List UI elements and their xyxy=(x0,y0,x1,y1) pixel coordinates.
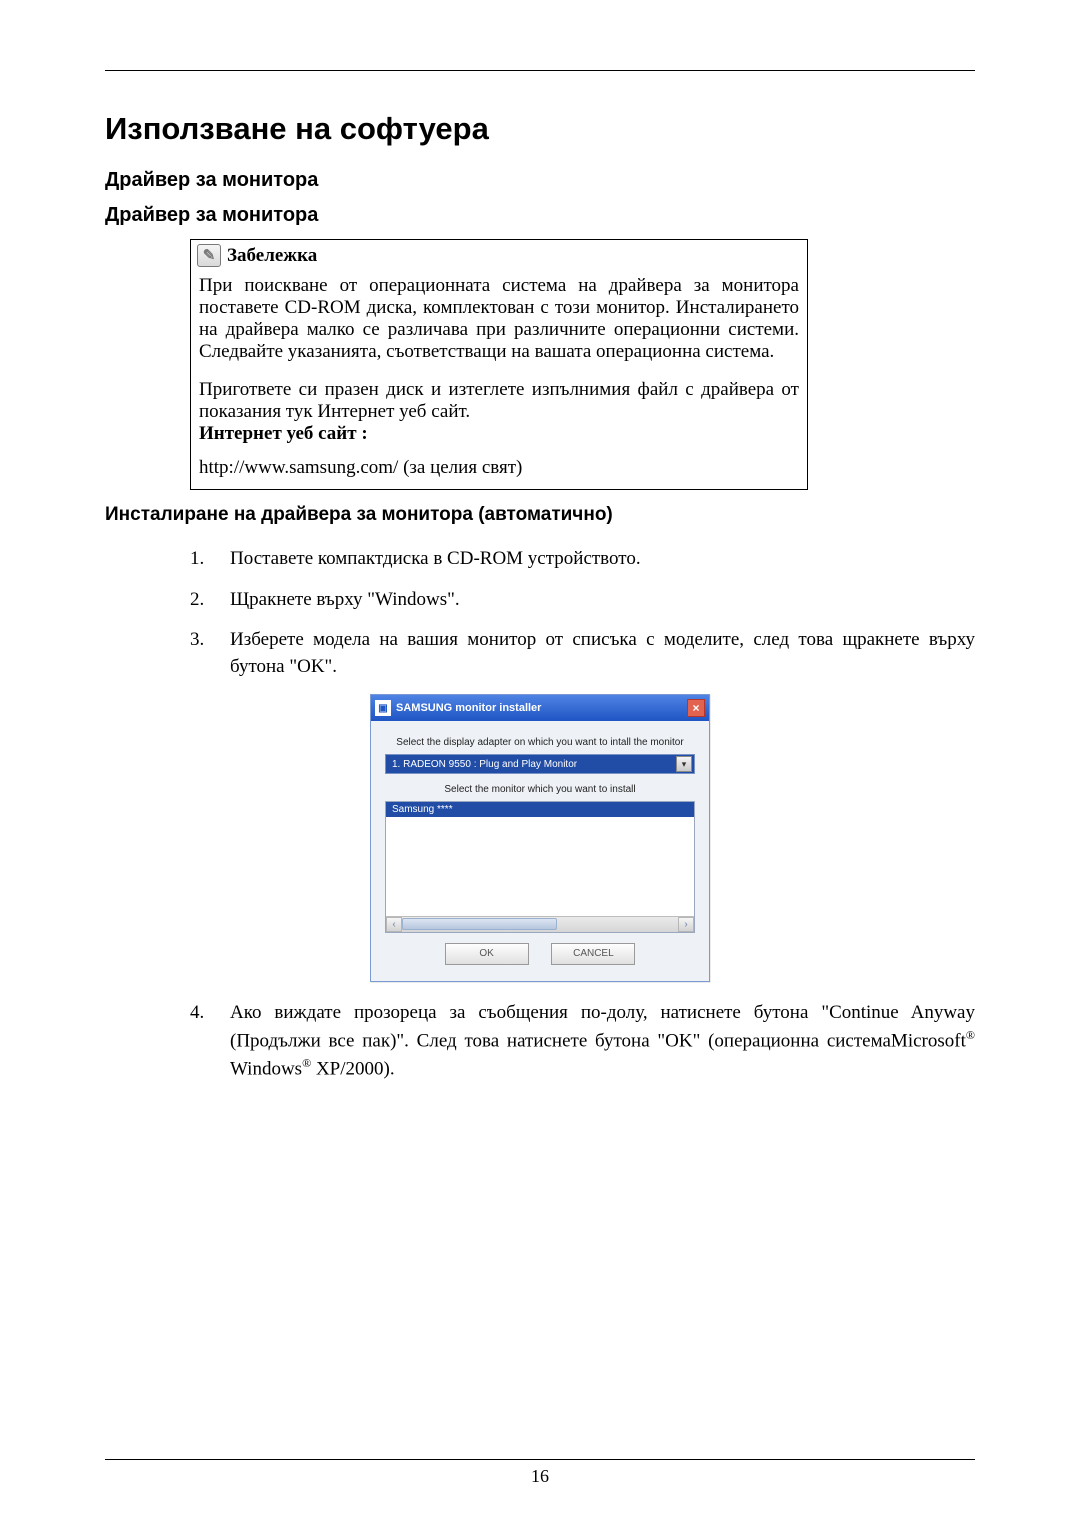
note-box: ✎ Забележка При поискване от операционна… xyxy=(190,239,808,490)
registered-mark: ® xyxy=(302,1056,311,1070)
page-title: Използване на софтуера xyxy=(105,111,975,147)
step-number: 1. xyxy=(190,546,230,573)
note-paragraph-1: При поискване от операционната система н… xyxy=(199,275,799,363)
note-site-label: Интернет уеб сайт : xyxy=(199,423,799,445)
note-paragraph-2: Пригответе си празен диск и изтеглете из… xyxy=(199,379,799,423)
dialog-buttons: OK CANCEL xyxy=(385,933,695,967)
chevron-down-icon[interactable]: ▾ xyxy=(676,756,692,772)
note-icon: ✎ xyxy=(197,244,221,267)
heading-driver-2: Драйвер за монитора xyxy=(105,204,975,227)
note-header: ✎ Забележка xyxy=(191,240,807,269)
dialog-titlebar: ▣ SAMSUNG monitor installer × xyxy=(371,695,709,721)
close-icon[interactable]: × xyxy=(687,699,705,717)
adapter-label: Select the display adapter on which you … xyxy=(385,737,695,748)
note-body: При поискване от операционната система н… xyxy=(191,269,807,373)
cancel-button[interactable]: CANCEL xyxy=(551,943,635,965)
list-item: 3. Изберете модела на вашия монитор от с… xyxy=(190,627,975,680)
monitor-listbox[interactable]: Samsung **** ‹ › xyxy=(385,801,695,933)
monitor-label: Select the monitor which you want to ins… xyxy=(385,784,695,795)
heading-install-auto: Инсталиране на драйвера за монитора (авт… xyxy=(105,504,975,526)
installer-screenshot: ▣ SAMSUNG monitor installer × Select the… xyxy=(105,694,975,982)
horizontal-scrollbar[interactable]: ‹ › xyxy=(386,916,694,932)
step-number: 2. xyxy=(190,587,230,614)
ok-button[interactable]: OK xyxy=(445,943,529,965)
scroll-thumb[interactable] xyxy=(402,918,557,930)
adapter-select[interactable]: 1. RADEON 9550 : Plug and Play Monitor ▾ xyxy=(385,754,695,774)
list-item: 4. Ако виждате прозореца за съобщения по… xyxy=(190,1000,975,1082)
step-number: 3. xyxy=(190,627,230,680)
app-icon: ▣ xyxy=(375,700,391,716)
step4-part2: Windows xyxy=(230,1058,302,1079)
top-rule xyxy=(105,70,975,71)
note-label: Забележка xyxy=(227,245,317,267)
step4-part1: Ако виждате прозореца за съобщения по-до… xyxy=(230,1002,975,1051)
list-item: 1. Поставете компактдиска в CD-ROM устро… xyxy=(190,546,975,573)
heading-driver-1: Драйвер за монитора xyxy=(105,169,975,192)
list-item: 2. Щракнете върху "Windows". xyxy=(190,587,975,614)
scroll-track[interactable] xyxy=(402,917,678,932)
step-text: Щракнете върху "Windows". xyxy=(230,587,975,614)
step-text: Изберете модела на вашия монитор от спис… xyxy=(230,627,975,680)
installer-dialog: ▣ SAMSUNG monitor installer × Select the… xyxy=(370,694,710,982)
step-number: 4. xyxy=(190,1000,230,1082)
dialog-body: Select the display adapter on which you … xyxy=(371,721,709,981)
step4-part3: XP/2000). xyxy=(311,1058,394,1079)
dialog-title-text: SAMSUNG monitor installer xyxy=(396,702,687,714)
registered-mark: ® xyxy=(966,1028,975,1042)
document-page: Използване на софтуера Драйвер за монито… xyxy=(0,0,1080,1527)
scroll-right-icon[interactable]: › xyxy=(678,917,694,932)
step-text: Поставете компактдиска в CD-ROM устройст… xyxy=(230,546,975,573)
adapter-selected-text: 1. RADEON 9550 : Plug and Play Monitor xyxy=(392,759,676,770)
monitor-list-item[interactable]: Samsung **** xyxy=(386,802,694,817)
install-steps-cont: 4. Ако виждате прозореца за съобщения по… xyxy=(190,1000,975,1082)
scroll-left-icon[interactable]: ‹ xyxy=(386,917,402,932)
install-steps: 1. Поставете компактдиска в CD-ROM устро… xyxy=(190,546,975,680)
footer-rule xyxy=(105,1459,975,1460)
page-number: 16 xyxy=(531,1466,549,1486)
page-footer: 16 xyxy=(105,1459,975,1487)
note-para2-cell: Пригответе си празен диск и изтеглете из… xyxy=(191,373,807,455)
step-text: Ако виждате прозореца за съобщения по-до… xyxy=(230,1000,975,1082)
note-url: http://www.samsung.com/ (за целия свят) xyxy=(191,455,807,489)
